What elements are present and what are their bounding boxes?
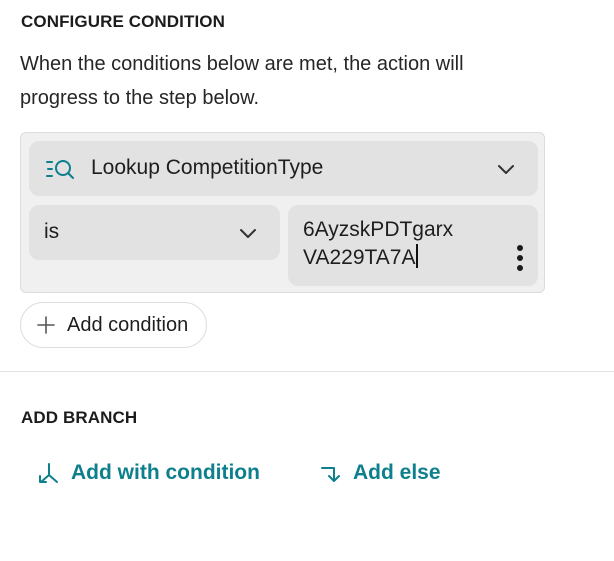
configure-condition-heading: CONFIGURE CONDITION	[21, 12, 226, 31]
operator-value: is	[44, 220, 60, 243]
condition-group: Lookup CompetitionType is 6AyzskPDTgarx …	[20, 132, 545, 293]
lookup-field-label: Lookup CompetitionType	[91, 156, 324, 179]
add-else-label: Add else	[353, 461, 441, 484]
add-with-condition-label: Add with condition	[71, 461, 260, 484]
condition-value-text: 6AyzskPDTgarx VA229TA7A	[303, 216, 493, 272]
value-line-2-wrap: VA229TA7A	[303, 244, 493, 272]
value-line-1: 6AyzskPDTgarx	[303, 218, 454, 241]
description-line-2: progress to the step below.	[20, 87, 260, 109]
description-line-1: When the conditions below are met, the a…	[20, 53, 464, 75]
add-branch-heading: ADD BRANCH	[21, 408, 138, 427]
add-else-button[interactable]: Add else	[319, 461, 441, 485]
branch-icon	[39, 463, 58, 483]
text-caret	[416, 244, 418, 268]
lookup-search-icon	[46, 160, 74, 179]
value-line-2: VA229TA7A	[303, 246, 416, 269]
add-condition-button[interactable]: Add condition	[20, 302, 208, 348]
configure-condition-description: When the conditions below are met, the a…	[20, 47, 550, 115]
more-options-icon[interactable]	[516, 245, 524, 273]
plus-icon	[37, 316, 55, 334]
add-with-condition-button[interactable]: Add with condition	[37, 461, 260, 485]
condition-value-input[interactable]: 6AyzskPDTgarx VA229TA7A	[288, 205, 538, 286]
lookup-field-select[interactable]: Lookup CompetitionType	[29, 141, 538, 196]
chevron-down-icon	[498, 165, 514, 174]
operator-select[interactable]: is	[29, 205, 280, 260]
chevron-down-icon	[240, 229, 256, 238]
add-condition-label: Add condition	[67, 313, 189, 336]
turn-down-arrow-icon	[321, 467, 340, 482]
section-divider	[0, 371, 614, 372]
